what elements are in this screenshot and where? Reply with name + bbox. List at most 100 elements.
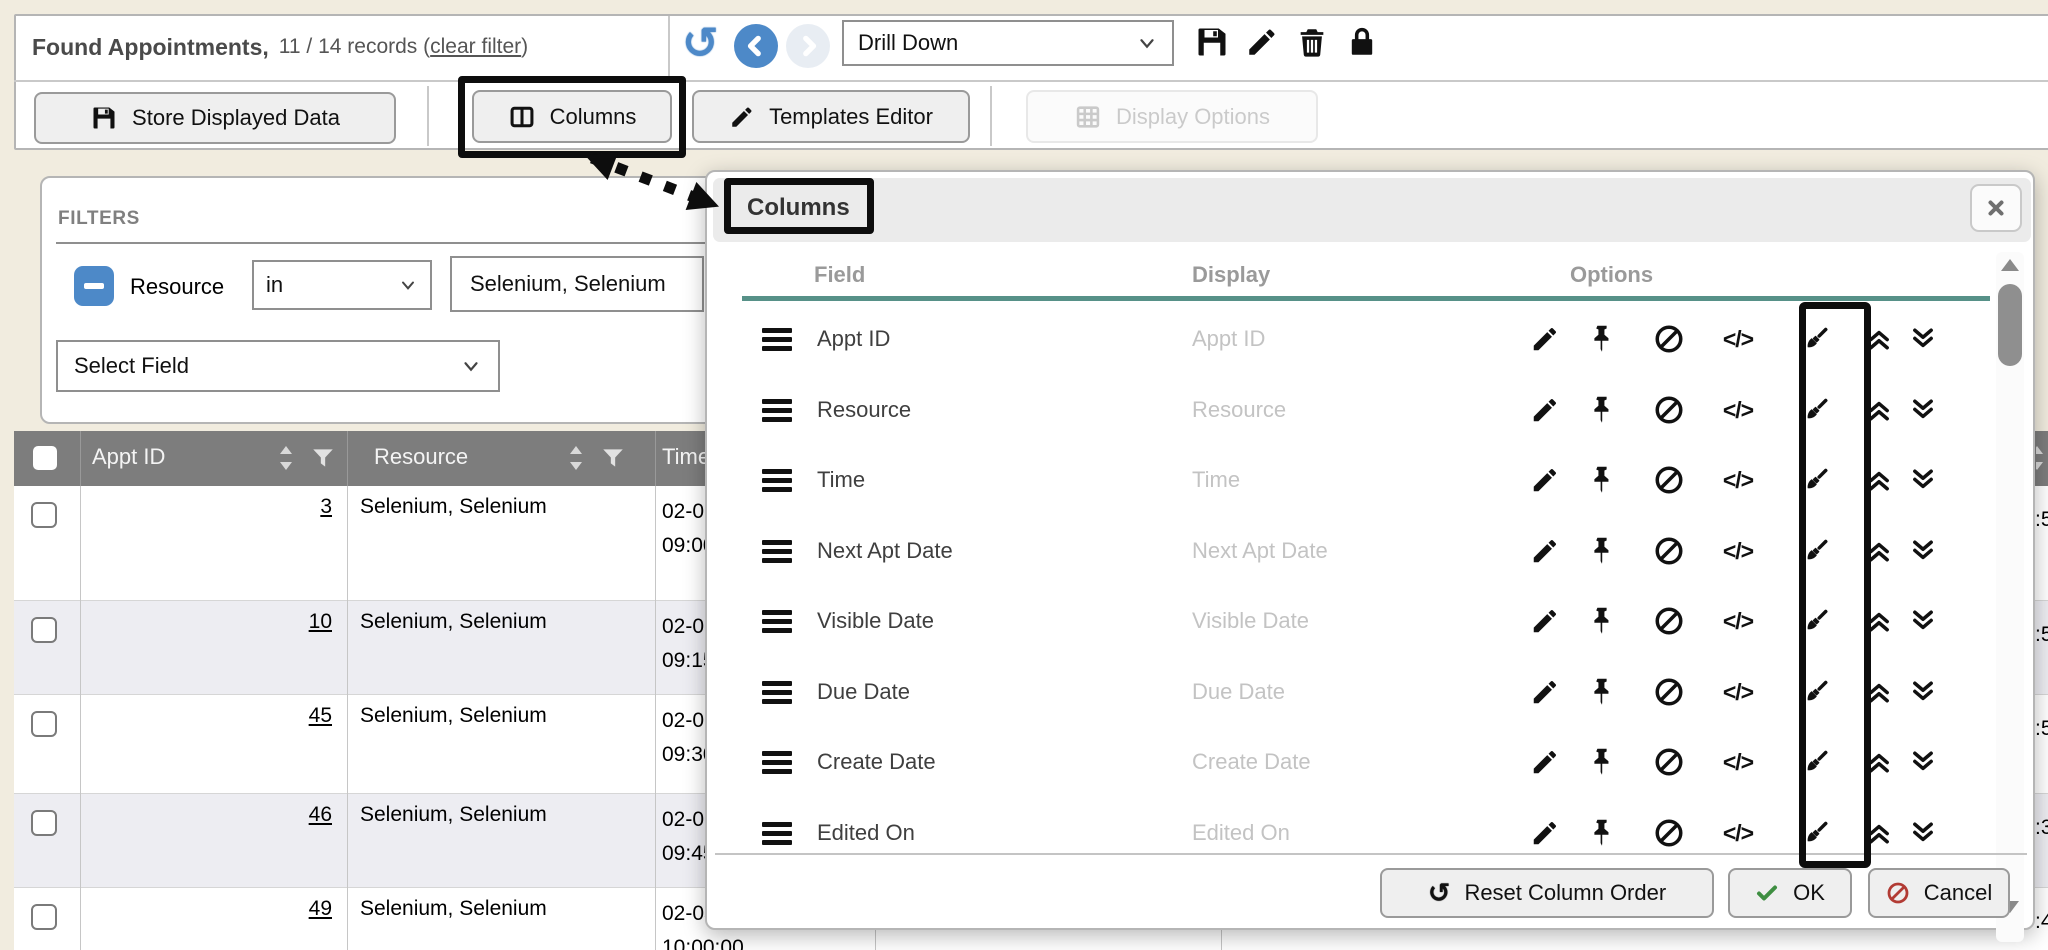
dialog-header-display: Display (1192, 262, 1270, 288)
row-checkbox[interactable] (31, 617, 57, 643)
col-border (80, 486, 81, 950)
code-icon[interactable]: </> (1721, 604, 1755, 638)
remove-filter-button[interactable] (74, 266, 114, 306)
drag-handle-bar (762, 558, 792, 563)
drag-handle-icon[interactable] (762, 536, 792, 567)
pin-icon[interactable] (1585, 816, 1619, 850)
store-displayed-data-button[interactable]: Store Displayed Data (34, 92, 396, 144)
code-icon[interactable]: </> (1721, 393, 1755, 427)
move-down-icon[interactable] (1906, 463, 1940, 497)
ban-icon[interactable] (1652, 534, 1686, 568)
column-header-appt-id[interactable]: Appt ID (92, 444, 165, 470)
code-icon[interactable]: </> (1721, 463, 1755, 497)
save-icon (90, 104, 118, 132)
dialog-close-button[interactable] (1970, 184, 2022, 232)
time-value: 10:00:00 (662, 931, 882, 950)
pin-icon[interactable] (1585, 675, 1619, 709)
drag-handle-icon[interactable] (762, 465, 792, 496)
check-icon (1755, 881, 1779, 905)
lock-view-icon[interactable] (1342, 22, 1382, 62)
code-icon[interactable]: </> (1721, 322, 1755, 356)
drag-handle-icon[interactable] (762, 606, 792, 637)
edit-icon[interactable] (1528, 675, 1562, 709)
undo-icon[interactable]: ↺ (682, 18, 719, 69)
select-field-dropdown[interactable]: Select Field (56, 340, 500, 392)
row-checkbox[interactable] (31, 711, 57, 737)
drag-handle-icon[interactable] (762, 395, 792, 426)
back-button[interactable] (734, 24, 778, 68)
view-select[interactable]: Drill Down (842, 20, 1174, 66)
ban-icon[interactable] (1652, 604, 1686, 638)
pin-icon[interactable] (1585, 463, 1619, 497)
code-icon[interactable]: </> (1721, 534, 1755, 568)
drag-handle-bar (762, 628, 792, 633)
ban-icon[interactable] (1652, 393, 1686, 427)
code-glyph: </> (1723, 679, 1753, 706)
dialog-scrollbar[interactable] (1996, 252, 2024, 942)
save-view-icon[interactable] (1192, 22, 1232, 62)
code-icon[interactable]: </> (1721, 816, 1755, 850)
row-checkbox[interactable] (31, 904, 57, 930)
reset-column-order-button[interactable]: ↺ Reset Column Order (1380, 868, 1714, 918)
row-checkbox[interactable] (31, 810, 57, 836)
filter-operator-select[interactable]: in (252, 260, 432, 310)
move-down-icon[interactable] (1906, 745, 1940, 779)
code-icon[interactable]: </> (1721, 675, 1755, 709)
code-icon[interactable]: </> (1721, 745, 1755, 779)
sort-icon[interactable] (276, 444, 296, 472)
ok-button[interactable]: OK (1728, 868, 1852, 918)
appt-id-link[interactable]: 10 (80, 610, 332, 634)
edit-icon[interactable] (1528, 463, 1562, 497)
pin-icon[interactable] (1585, 322, 1619, 356)
move-down-icon[interactable] (1906, 604, 1940, 638)
filter-icon[interactable] (600, 445, 626, 471)
edit-icon[interactable] (1528, 745, 1562, 779)
ban-icon[interactable] (1652, 675, 1686, 709)
filter-value-input[interactable]: Selenium, Selenium (450, 256, 704, 312)
drag-handle-icon[interactable] (762, 747, 792, 778)
pin-icon[interactable] (1585, 604, 1619, 638)
edit-icon[interactable] (1528, 393, 1562, 427)
sort-icon[interactable] (566, 444, 586, 472)
column-header-time[interactable]: Time (662, 444, 710, 470)
scroll-up-arrow[interactable] (1998, 256, 2022, 274)
cancel-button[interactable]: Cancel (1868, 868, 2010, 918)
row-checkbox[interactable] (31, 502, 57, 528)
pin-icon[interactable] (1585, 393, 1619, 427)
edit-icon[interactable] (1528, 604, 1562, 638)
appt-id-link[interactable]: 46 (80, 803, 332, 827)
forward-button[interactable] (786, 24, 830, 68)
edit-icon[interactable] (1528, 534, 1562, 568)
drag-handle-icon[interactable] (762, 324, 792, 355)
clear-filter-link[interactable]: clear filter (430, 35, 521, 59)
drag-handle-bar (762, 346, 792, 351)
move-down-icon[interactable] (1906, 393, 1940, 427)
edit-icon[interactable] (1528, 322, 1562, 356)
appt-id-link[interactable]: 3 (80, 495, 332, 519)
appt-id-link[interactable]: 49 (80, 897, 332, 921)
move-down-icon[interactable] (1906, 675, 1940, 709)
ok-label: OK (1793, 880, 1825, 906)
pin-icon[interactable] (1585, 745, 1619, 779)
move-down-icon[interactable] (1906, 816, 1940, 850)
drag-handle-icon[interactable] (762, 677, 792, 708)
drag-handle-icon[interactable] (762, 818, 792, 849)
move-down-icon[interactable] (1906, 534, 1940, 568)
filter-field-label: Resource (130, 274, 224, 300)
ban-icon[interactable] (1652, 463, 1686, 497)
move-down-icon[interactable] (1906, 322, 1940, 356)
edit-view-icon[interactable] (1242, 22, 1282, 62)
delete-view-icon[interactable] (1292, 22, 1332, 62)
column-header-resource[interactable]: Resource (374, 444, 468, 470)
ban-icon[interactable] (1652, 816, 1686, 850)
edit-icon[interactable] (1528, 816, 1562, 850)
select-all-checkbox[interactable] (33, 446, 57, 470)
ban-icon[interactable] (1652, 322, 1686, 356)
filter-icon[interactable] (310, 445, 336, 471)
pin-icon[interactable] (1585, 534, 1619, 568)
columns-dialog: Columns Field Display Options Appt IDApp… (705, 170, 2035, 930)
scrollbar-thumb[interactable] (1998, 284, 2022, 366)
ban-icon[interactable] (1652, 745, 1686, 779)
header-col-border (80, 431, 81, 486)
appt-id-link[interactable]: 45 (80, 704, 332, 728)
